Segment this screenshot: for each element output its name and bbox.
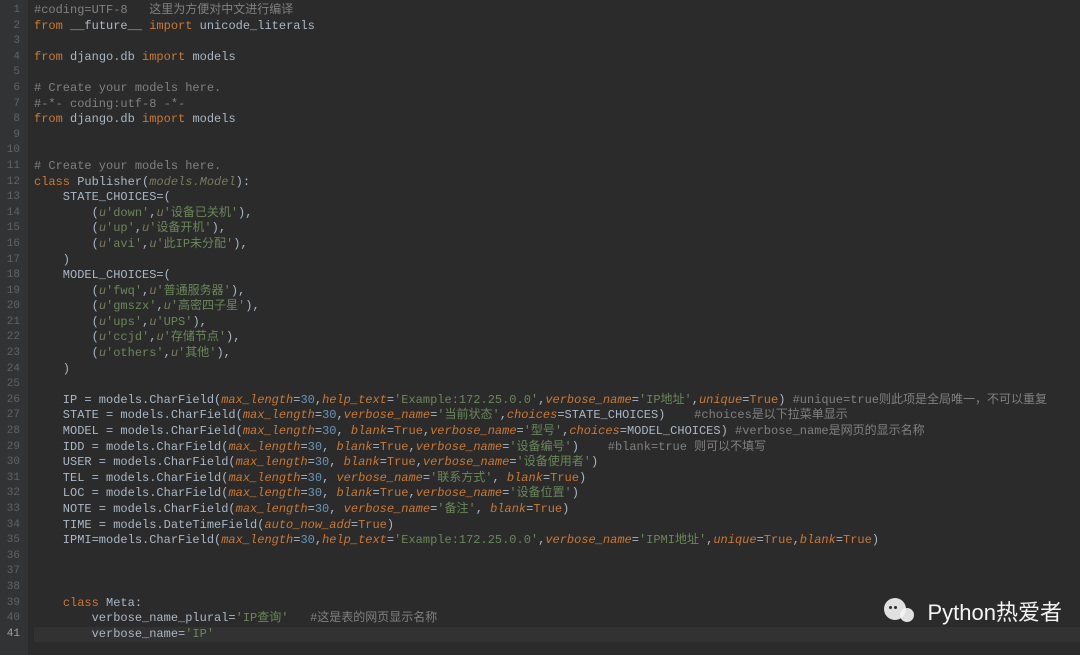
code-line: IPMI=models.CharField(max_length=30,help…	[34, 533, 1080, 549]
line-number: 27	[4, 408, 20, 424]
code-line: from django.db import models	[34, 50, 1080, 66]
code-line	[34, 580, 1080, 596]
code-line: # Create your models here.	[34, 81, 1080, 97]
line-number: 35	[4, 533, 20, 549]
line-number: 3	[4, 34, 20, 50]
line-number: 8	[4, 112, 20, 128]
code-area[interactable]: #coding=UTF-8 这里为方便对中文进行编译from __future_…	[28, 0, 1080, 655]
code-line: class Publisher(models.Model):	[34, 175, 1080, 191]
line-number: 32	[4, 486, 20, 502]
code-line	[34, 143, 1080, 159]
code-line: (u'down',u'设备已关机'),	[34, 206, 1080, 222]
line-number: 28	[4, 424, 20, 440]
line-number: 16	[4, 237, 20, 253]
code-line: (u'ups',u'UPS'),	[34, 315, 1080, 331]
line-number: 37	[4, 564, 20, 580]
code-line: TIME = models.DateTimeField(auto_now_add…	[34, 518, 1080, 534]
code-line: verbose_name='IP'	[34, 627, 1080, 643]
code-editor: 1234567891011121314151617181920212223242…	[0, 0, 1080, 655]
line-number: 10	[4, 143, 20, 159]
code-line: )	[34, 253, 1080, 269]
line-number: 33	[4, 502, 20, 518]
line-number: 22	[4, 330, 20, 346]
code-line: STATE_CHOICES=(	[34, 190, 1080, 206]
code-line: (u'others',u'其他'),	[34, 346, 1080, 362]
line-number: 20	[4, 299, 20, 315]
line-number: 11	[4, 159, 20, 175]
line-number: 23	[4, 346, 20, 362]
code-line: (u'ccjd',u'存储节点'),	[34, 330, 1080, 346]
code-line: MODEL = models.CharField(max_length=30, …	[34, 424, 1080, 440]
code-line: (u'fwq',u'普通服务器'),	[34, 284, 1080, 300]
line-number: 7	[4, 97, 20, 113]
code-line: # Create your models here.	[34, 159, 1080, 175]
code-line: from django.db import models	[34, 112, 1080, 128]
code-line: MODEL_CHOICES=(	[34, 268, 1080, 284]
line-number: 34	[4, 518, 20, 534]
code-line: IP = models.CharField(max_length=30,help…	[34, 393, 1080, 409]
line-number: 36	[4, 549, 20, 565]
line-number: 39	[4, 596, 20, 612]
line-number: 12	[4, 175, 20, 191]
code-line: USER = models.CharField(max_length=30, b…	[34, 455, 1080, 471]
line-number: 40	[4, 611, 20, 627]
line-number: 30	[4, 455, 20, 471]
code-line: from __future__ import unicode_literals	[34, 19, 1080, 35]
line-number: 13	[4, 190, 20, 206]
code-line: (u'avi',u'此IP未分配'),	[34, 237, 1080, 253]
line-number: 9	[4, 128, 20, 144]
line-number: 6	[4, 81, 20, 97]
line-number: 4	[4, 50, 20, 66]
line-number: 26	[4, 393, 20, 409]
code-line: NOTE = models.CharField(max_length=30, v…	[34, 502, 1080, 518]
line-number: 41	[4, 627, 20, 643]
watermark-text: Python热爱者	[928, 595, 1063, 627]
line-number: 5	[4, 65, 20, 81]
code-line	[34, 549, 1080, 565]
line-number: 15	[4, 221, 20, 237]
code-line: #coding=UTF-8 这里为方便对中文进行编译	[34, 3, 1080, 19]
code-line: )	[34, 362, 1080, 378]
code-line: (u'gmszx',u'高密四子星'),	[34, 299, 1080, 315]
line-number: 1	[4, 3, 20, 19]
code-line: #-*- coding:utf-8 -*-	[34, 97, 1080, 113]
code-line: STATE = models.CharField(max_length=30,v…	[34, 408, 1080, 424]
line-number: 29	[4, 440, 20, 456]
line-number: 25	[4, 377, 20, 393]
line-number: 19	[4, 284, 20, 300]
code-line: (u'up',u'设备开机'),	[34, 221, 1080, 237]
line-number: 14	[4, 206, 20, 222]
code-line: IDD = models.CharField(max_length=30, bl…	[34, 440, 1080, 456]
line-number: 18	[4, 268, 20, 284]
line-number: 24	[4, 362, 20, 378]
code-line: LOC = models.CharField(max_length=30, bl…	[34, 486, 1080, 502]
line-number: 2	[4, 19, 20, 35]
code-line	[34, 65, 1080, 81]
line-number-gutter: 1234567891011121314151617181920212223242…	[0, 0, 28, 655]
code-line	[34, 128, 1080, 144]
line-number: 31	[4, 471, 20, 487]
line-number: 21	[4, 315, 20, 331]
code-line	[34, 564, 1080, 580]
watermark: Python热爱者	[884, 595, 1063, 627]
code-line	[34, 377, 1080, 393]
code-line: TEL = models.CharField(max_length=30, ve…	[34, 471, 1080, 487]
wechat-icon	[884, 596, 918, 626]
line-number: 17	[4, 253, 20, 269]
line-number: 38	[4, 580, 20, 596]
code-line	[34, 34, 1080, 50]
